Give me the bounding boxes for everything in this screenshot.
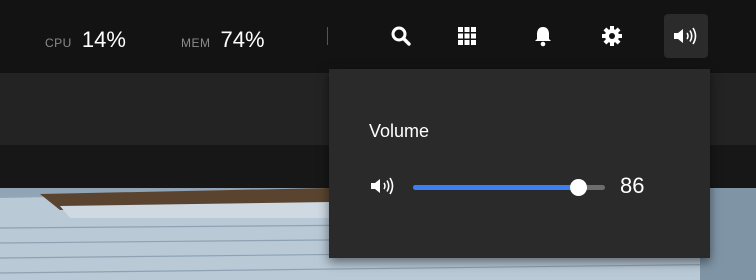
divider: [327, 27, 328, 45]
mem-value: 74%: [220, 27, 265, 52]
volume-popup: Volume 86: [329, 69, 710, 258]
apps-grid-icon: [458, 27, 476, 45]
speaker-icon: [674, 27, 697, 45]
notifications-button[interactable]: [521, 14, 565, 58]
apps-grid-button[interactable]: [445, 14, 489, 58]
cpu-value: 14%: [81, 27, 126, 52]
search-icon: [391, 26, 411, 46]
cpu-stat: CPU 14%: [45, 27, 126, 53]
mem-stat: MEM 74%: [181, 27, 265, 53]
bell-icon: [535, 27, 551, 47]
mem-label: MEM: [181, 36, 211, 50]
volume-slider-fill: [413, 185, 579, 190]
volume-slider-thumb[interactable]: [570, 179, 588, 196]
search-button[interactable]: [379, 14, 423, 58]
top-bar: CPU 14% MEM 74%: [0, 0, 756, 73]
volume-value: 86: [620, 173, 645, 198]
volume-button[interactable]: [664, 14, 708, 58]
speaker-icon: [371, 177, 394, 195]
cpu-label: CPU: [45, 36, 72, 50]
settings-button[interactable]: [590, 14, 634, 58]
volume-slider[interactable]: [413, 179, 605, 196]
volume-speaker[interactable]: [369, 177, 397, 200]
volume-title: Volume: [369, 121, 430, 141]
gear-icon: [602, 26, 622, 46]
